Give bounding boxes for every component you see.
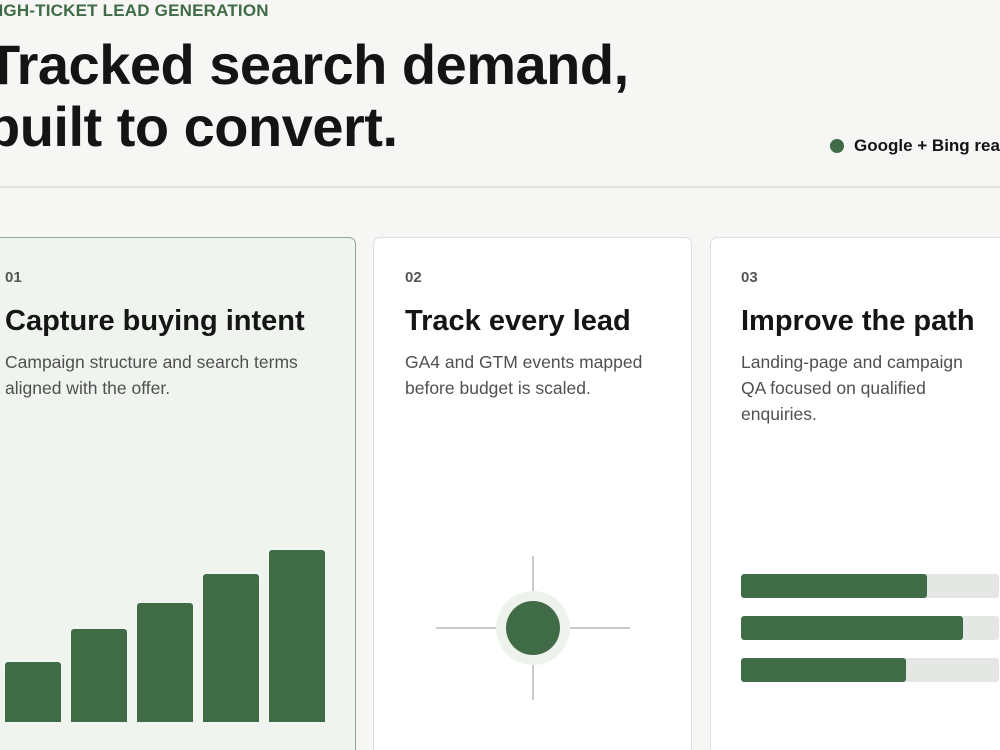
card-number: 02 bbox=[405, 269, 422, 286]
card-number: 01 bbox=[5, 269, 22, 286]
card-description: Campaign structure and search terms alig… bbox=[5, 352, 298, 398]
eyebrow-label: HIGH-TICKET LEAD GENERATION bbox=[0, 1, 269, 20]
bar bbox=[203, 574, 259, 722]
bar bbox=[137, 603, 193, 722]
status-label: Google + Bing ready bbox=[854, 136, 1000, 155]
section-divider bbox=[0, 186, 1000, 188]
progress-track bbox=[741, 658, 999, 682]
card-description: Landing-page and campaign QA focused on … bbox=[741, 352, 963, 424]
platform-status: Google + Bing ready bbox=[830, 136, 1000, 156]
card-title: Capture buying intent bbox=[5, 305, 305, 337]
card-capture-intent[interactable]: 01 Capture buying intent Campaign struct… bbox=[0, 237, 356, 750]
status-dot-icon bbox=[830, 139, 844, 153]
page-headline: Tracked search demand, built to convert. bbox=[0, 34, 629, 158]
bar bbox=[71, 629, 127, 722]
progress-bars-icon bbox=[741, 574, 999, 700]
bar bbox=[5, 662, 61, 722]
progress-track bbox=[741, 574, 999, 598]
card-track-lead[interactable]: 02 Track every lead GA4 and GTM events m… bbox=[373, 237, 692, 750]
page: HIGH-TICKET LEAD GENERATION Tracked sear… bbox=[0, 0, 1000, 750]
headline-line-1: Tracked search demand, bbox=[0, 33, 629, 96]
card-number: 03 bbox=[741, 269, 758, 286]
card-description: GA4 and GTM events mapped before budget … bbox=[405, 352, 643, 398]
card-title: Improve the path bbox=[741, 305, 975, 337]
bar-chart-icon bbox=[5, 550, 335, 722]
progress-fill bbox=[741, 658, 907, 682]
crosshair-target-icon bbox=[374, 556, 691, 700]
card-title: Track every lead bbox=[405, 305, 631, 337]
headline-line-2: built to convert. bbox=[0, 95, 398, 158]
progress-track bbox=[741, 616, 999, 640]
progress-fill bbox=[741, 574, 927, 598]
progress-fill bbox=[741, 616, 963, 640]
bar bbox=[269, 550, 325, 722]
card-improve-path[interactable]: 03 Improve the path Landing-page and cam… bbox=[710, 237, 1000, 750]
